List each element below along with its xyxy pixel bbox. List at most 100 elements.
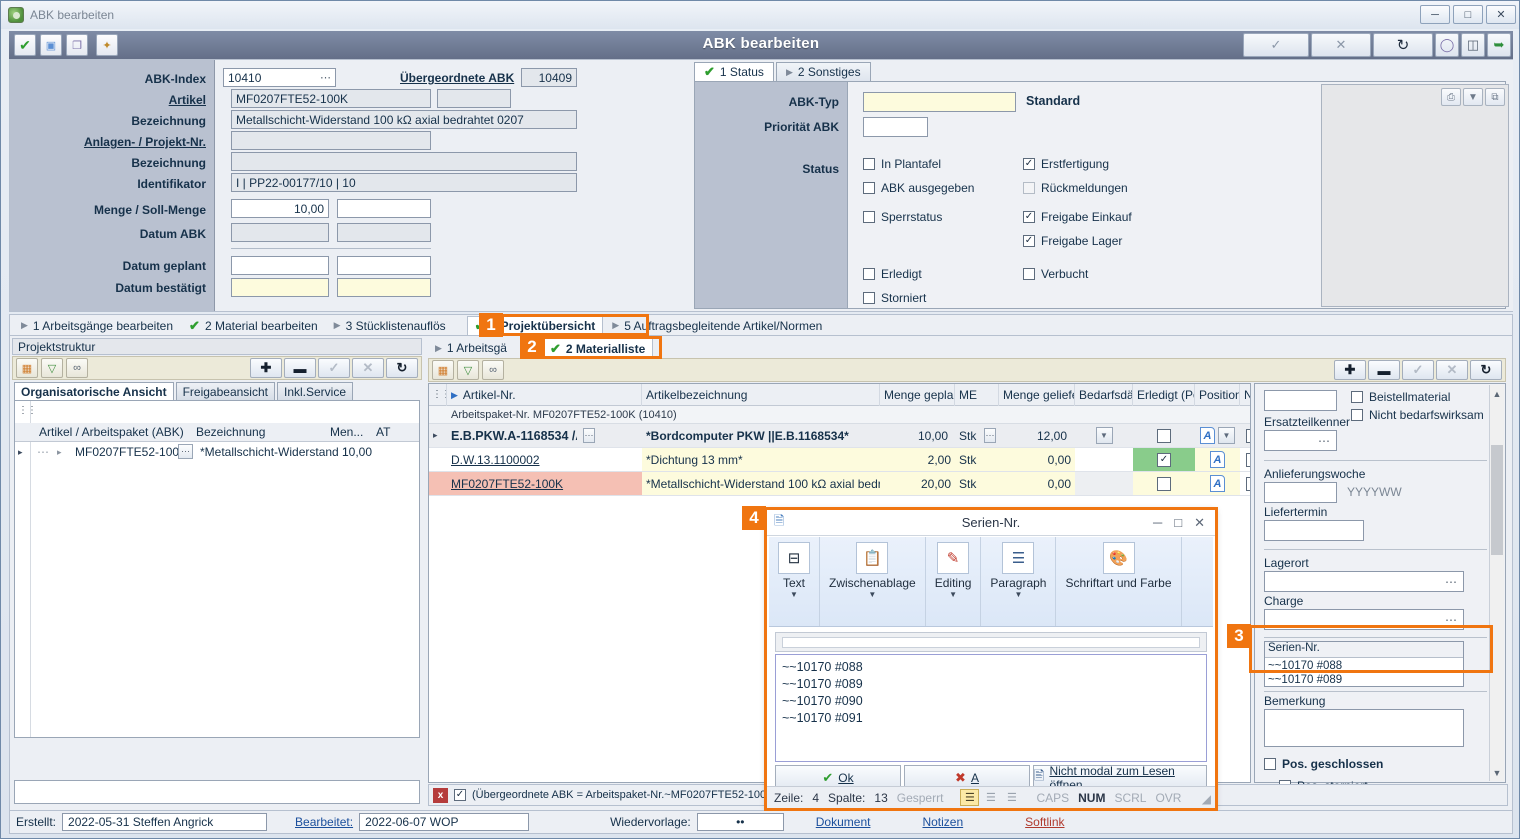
checkbox-box[interactable] xyxy=(1157,428,1171,443)
checkbox-freigabe-einkauf[interactable]: Freigabe Einkauf xyxy=(1023,210,1132,224)
dokument-link[interactable]: Dokument xyxy=(810,815,877,829)
refresh-icon[interactable]: ↻ xyxy=(1373,33,1433,57)
close-icon[interactable]: ✕ xyxy=(1194,515,1205,531)
exit-icon[interactable]: ➥ xyxy=(1487,33,1511,57)
ribbon-group-paragraph[interactable]: ☰ Paragraph ▼ xyxy=(981,537,1057,626)
checkbox-box[interactable] xyxy=(1246,428,1250,443)
grid-col-me[interactable]: ME xyxy=(955,384,999,406)
abk-index-input[interactable]: 10410 xyxy=(223,68,336,87)
checkbox-box[interactable] xyxy=(863,268,875,280)
cell-nicht[interactable] xyxy=(1242,424,1250,447)
chevron-down-icon[interactable]: ▼ xyxy=(868,590,876,599)
chevron-down-icon[interactable]: ▼ xyxy=(1095,427,1113,444)
checkbox-box[interactable] xyxy=(1157,452,1171,467)
scroll-up-icon[interactable]: ▲ xyxy=(1490,386,1504,401)
serien-nr-editor[interactable]: ~~10170 #088 ~~10170 #089 ~~10170 #090 ~… xyxy=(775,654,1207,762)
table-row[interactable]: MF0207FTE52-100K *Metallschicht-Widersta… xyxy=(429,472,1250,496)
minimize-icon[interactable]: ─ xyxy=(1420,5,1450,24)
picker-icon[interactable]: ⋯ xyxy=(1445,613,1458,627)
binoculars-icon[interactable]: ∞ xyxy=(66,358,88,378)
checkbox-box[interactable] xyxy=(1023,235,1035,247)
datum-geplant-select[interactable] xyxy=(337,256,431,275)
tab-material-bearbeiten[interactable]: ✔ 2 Material bearbeiten xyxy=(182,316,325,336)
grid-col-bedarfsdatum[interactable]: Bedarfsdä xyxy=(1075,384,1133,406)
bearbeitet-link[interactable]: Bearbeitet: xyxy=(289,815,359,829)
chevron-down-icon[interactable]: ▼ xyxy=(949,590,957,599)
detail-top-input[interactable] xyxy=(1264,390,1337,411)
close-icon[interactable]: ✕ xyxy=(1486,5,1516,24)
tab-arbeitsgaenge-bearbeiten[interactable]: ▶ 1 Arbeitsgänge bearbeiten xyxy=(14,316,180,336)
row-expander-icon[interactable]: ▸ xyxy=(18,447,23,458)
print-icon[interactable]: ⎙ xyxy=(1441,88,1461,106)
datum-abk-input-1[interactable] xyxy=(231,223,329,242)
artikel-index-input[interactable] xyxy=(437,89,511,108)
refresh-button[interactable]: ↻ xyxy=(386,358,418,378)
anlieferungswoche-input[interactable] xyxy=(1264,482,1337,503)
grid-icon[interactable]: ▦ xyxy=(432,360,454,380)
checkbox-sperrstatus[interactable]: Sperrstatus xyxy=(863,210,942,224)
align-center-icon[interactable]: ☰ xyxy=(981,789,1000,806)
cancel-icon[interactable]: ✕ xyxy=(1311,33,1371,57)
ribbon-group-text[interactable]: ⊟ Text ▼ xyxy=(769,537,820,626)
table-row[interactable]: ▸ E.B.PKW.A-1168534 /A ⋯ *Bordcomputer P… xyxy=(429,424,1250,448)
cell-positionstext[interactable]: A xyxy=(1195,472,1240,495)
datum-abk-input-2[interactable] xyxy=(337,223,431,242)
grid-col-menge-geplant[interactable]: Menge geplar xyxy=(880,384,955,406)
cell-artikel-nr[interactable]: MF0207FTE52-100K xyxy=(447,472,642,495)
checkbox-box[interactable] xyxy=(1246,476,1250,491)
row-expander-icon[interactable]: ▸ xyxy=(429,424,447,447)
label-artikel[interactable]: Artikel xyxy=(169,93,206,107)
minimize-icon[interactable]: ─ xyxy=(1153,515,1162,531)
artikel-input[interactable]: MF0207FTE52-100K xyxy=(231,89,431,108)
abk-typ-input[interactable] xyxy=(863,92,1016,112)
tab-auftragsbegleitende-artikel[interactable]: ▶ 5 Auftragsbegleitende Artikel/Normen xyxy=(605,316,829,336)
cell-erledigt[interactable] xyxy=(1133,472,1195,495)
close-icon[interactable]: x xyxy=(433,787,448,803)
wiedervorlage-input[interactable]: •• xyxy=(696,813,784,831)
prioritaet-input[interactable] xyxy=(863,117,928,137)
grid-grip-icon[interactable]: ⋮⋮ xyxy=(429,384,447,406)
grid-col-artikel-nr[interactable]: ▶ Artikel-Nr. xyxy=(447,384,642,406)
cell-erledigt[interactable] xyxy=(1133,448,1195,471)
checkbox-nicht-bedarfswirksam[interactable]: Nicht bedarfswirksam xyxy=(1351,408,1484,422)
scroll-down-icon[interactable]: ▼ xyxy=(1490,765,1504,780)
cell-bedarfsdatum[interactable] xyxy=(1075,472,1133,495)
confirm-icon[interactable]: ✓ xyxy=(1243,33,1309,57)
checkbox-erstfertigung[interactable]: Erstfertigung xyxy=(1023,157,1109,171)
tree-col-at[interactable]: AT xyxy=(376,425,390,439)
liefertermin-select[interactable] xyxy=(1264,520,1364,541)
cell-bedarfsdatum[interactable]: ▼ xyxy=(1075,424,1133,447)
tree-col-artikel[interactable]: Artikel / Arbeitspaket (ABK) xyxy=(39,425,184,439)
projektstruktur-footer-field[interactable] xyxy=(14,780,420,804)
tree-col-menge[interactable]: Men... xyxy=(330,425,363,439)
detail-serien-nr[interactable]: Serien-Nr. ~~10170 #088 ~~10170 #089 xyxy=(1264,641,1464,687)
cascade-icon[interactable]: ⧉ xyxy=(1485,88,1505,106)
pencil-edit-icon[interactable]: ✎ xyxy=(937,542,970,574)
tree-row-picker-icon[interactable]: ⋯ xyxy=(178,444,193,459)
cell-positionstext[interactable]: A xyxy=(1195,448,1240,471)
checkbox-box[interactable] xyxy=(1023,268,1035,280)
text-icon[interactable]: A xyxy=(1210,475,1225,492)
package-icon[interactable]: ◫ xyxy=(1461,33,1485,57)
checkbox-storniert[interactable]: Storniert xyxy=(863,291,926,305)
uebergeordnete-abk-label[interactable]: Übergeordnete ABK xyxy=(400,71,514,85)
checkbox-box[interactable] xyxy=(1157,476,1171,491)
checkbox-box[interactable] xyxy=(1023,158,1035,170)
maximize-icon[interactable]: □ xyxy=(1174,515,1182,531)
clipboard-icon[interactable]: 📋 xyxy=(856,542,889,574)
scrollbar-thumb[interactable] xyxy=(1491,445,1503,555)
tab-stuecklistenaufloesung[interactable]: ▶ 3 Stücklistenauflös xyxy=(327,316,453,336)
chevron-down-icon[interactable]: ▼ xyxy=(790,590,798,599)
checkbox-freigabe-lager[interactable]: Freigabe Lager xyxy=(1023,234,1122,248)
remove-button[interactable]: ▬ xyxy=(1368,360,1400,380)
charge-input[interactable]: ⋯ xyxy=(1264,609,1464,630)
text-icon[interactable]: A xyxy=(1200,427,1215,444)
add-button[interactable]: ✚ xyxy=(1334,360,1366,380)
align-right-icon[interactable]: ☰ xyxy=(1002,789,1021,806)
clock-icon[interactable]: ◯ xyxy=(1435,33,1459,57)
ribbon-group-editing[interactable]: ✎ Editing ▼ xyxy=(926,537,982,626)
cell-me-picker[interactable]: ⋯ xyxy=(980,424,1000,447)
checkbox-box[interactable] xyxy=(863,158,875,170)
cell-nicht[interactable] xyxy=(1242,472,1250,495)
subtab-arbeitsgaenge[interactable]: ▶ 1 Arbeitsgä xyxy=(428,338,514,358)
